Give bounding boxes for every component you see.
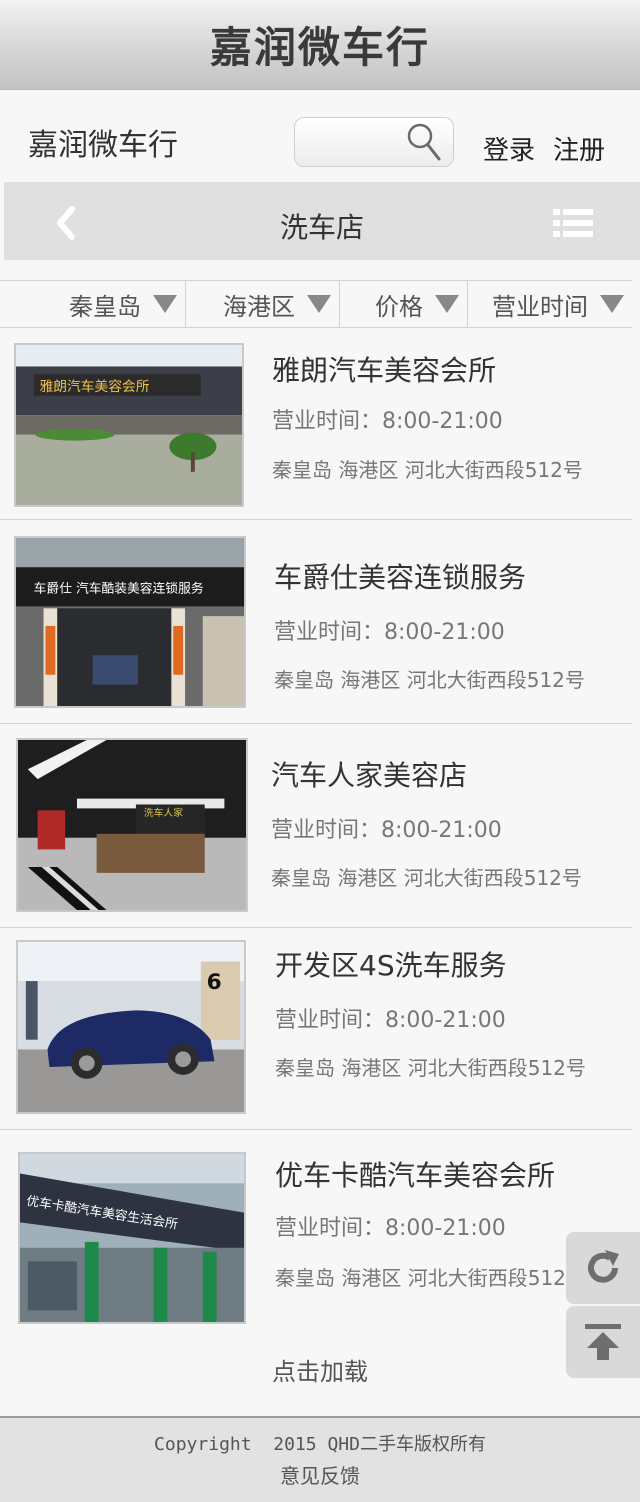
filter-label: 价格 bbox=[375, 292, 423, 321]
shop-address: 秦皇岛 海港区 河北大街西段512号 bbox=[272, 458, 583, 482]
triangle-down-icon bbox=[600, 295, 624, 313]
list-menu-icon[interactable] bbox=[553, 208, 593, 238]
load-more-button[interactable]: 点击加载 bbox=[272, 1352, 368, 1387]
triangle-down-icon bbox=[307, 295, 331, 313]
page-title: 洗车店 bbox=[279, 211, 364, 244]
app-title-bar: 嘉润微车行 bbox=[0, 0, 640, 90]
shop-list-item[interactable]: 6 开发区4S洗车服务 营业时间：8:00-21:00 秦皇岛 海港区 河北大街… bbox=[0, 928, 632, 1130]
shop-list-item[interactable]: 优车卡酷汽车美容生活会所 优车卡酷汽车美容会所 营业时间：8:00-21:00 … bbox=[0, 1130, 632, 1330]
shop-address: 秦皇岛 海港区 河北大街西段512号 bbox=[271, 866, 582, 890]
shop-photo[interactable]: 优车卡酷汽车美容生活会所 bbox=[18, 1152, 246, 1324]
shop-sign-text: 车爵仕 汽车酷装美容连锁服务 bbox=[34, 581, 204, 597]
shop-name[interactable]: 优车卡酷汽车美容会所 bbox=[275, 1154, 555, 1194]
shop-name[interactable]: 汽车人家美容店 bbox=[271, 754, 467, 794]
filter-district[interactable]: 海港区 bbox=[187, 281, 340, 327]
shop-sign-text: 雅朗汽车美容会所 bbox=[40, 378, 150, 395]
shop-address: 秦皇岛 海港区 河北大街西段512号 bbox=[275, 1056, 586, 1080]
login-link[interactable]: 登录 bbox=[483, 130, 535, 167]
filter-price[interactable]: 价格 bbox=[341, 281, 468, 327]
search-input[interactable] bbox=[303, 128, 403, 158]
footer: Copyright 2015 QHD二手车版权所有 意见反馈 bbox=[0, 1416, 640, 1502]
back-to-top-button[interactable] bbox=[566, 1306, 640, 1378]
shop-name[interactable]: 开发区4S洗车服务 bbox=[275, 944, 507, 984]
copyright-text: Copyright 2015 QHD二手车版权所有 bbox=[154, 1434, 486, 1455]
triangle-down-icon bbox=[153, 295, 177, 313]
filter-bar: 秦皇岛 海港区 价格 营业时间 bbox=[0, 280, 632, 328]
filter-label: 秦皇岛 bbox=[69, 292, 141, 321]
filter-city[interactable]: 秦皇岛 bbox=[0, 281, 186, 327]
filter-label: 海港区 bbox=[223, 292, 295, 321]
shop-list-item[interactable]: 车爵仕 汽车酷装美容连锁服务 车爵仕美容连锁服务 营业时间：8:00-21:00… bbox=[0, 520, 632, 724]
shop-hours: 营业时间：8:00-21:00 bbox=[272, 409, 503, 434]
nav-bar: 洗车店 bbox=[4, 182, 640, 260]
shop-sign-text: 6 bbox=[207, 970, 222, 995]
shop-name[interactable]: 车爵仕美容连锁服务 bbox=[274, 556, 526, 596]
filter-label: 营业时间 bbox=[492, 292, 588, 321]
shop-photo[interactable]: 雅朗汽车美容会所 bbox=[14, 343, 244, 507]
shop-photo[interactable]: 车爵仕 汽车酷装美容连锁服务 bbox=[14, 536, 246, 708]
refresh-button[interactable] bbox=[566, 1232, 640, 1304]
register-link[interactable]: 注册 bbox=[553, 130, 605, 167]
shop-list-item[interactable]: 洗车人家 汽车人家美容店 营业时间：8:00-21:00 秦皇岛 海港区 河北大… bbox=[0, 724, 632, 928]
shop-hours: 营业时间：8:00-21:00 bbox=[271, 818, 502, 843]
brand-name[interactable]: 嘉润微车行 bbox=[28, 120, 178, 164]
feedback-link[interactable]: 意见反馈 bbox=[0, 1460, 640, 1489]
shop-name[interactable]: 雅朗汽车美容会所 bbox=[272, 349, 496, 389]
shop-sign-text: 洗车人家 bbox=[144, 806, 183, 819]
shop-hours: 营业时间：8:00-21:00 bbox=[275, 1216, 506, 1241]
header: 嘉润微车行 登录 注册 bbox=[0, 90, 640, 182]
search-icon[interactable] bbox=[406, 122, 442, 162]
arrow-up-to-top-icon bbox=[585, 1324, 621, 1360]
triangle-down-icon bbox=[435, 295, 459, 313]
shop-hours: 营业时间：8:00-21:00 bbox=[275, 1008, 506, 1033]
shop-address: 秦皇岛 海港区 河北大街西段512号 bbox=[275, 1266, 586, 1290]
filter-hours[interactable]: 营业时间 bbox=[469, 281, 632, 327]
shop-photo[interactable]: 6 bbox=[16, 940, 246, 1114]
shop-hours: 营业时间：8:00-21:00 bbox=[274, 620, 505, 645]
shop-photo[interactable]: 洗车人家 bbox=[16, 738, 248, 912]
refresh-icon bbox=[588, 1250, 619, 1283]
shop-list-item[interactable]: 雅朗汽车美容会所 雅朗汽车美容会所 营业时间：8:00-21:00 秦皇岛 海港… bbox=[0, 329, 632, 520]
app-title: 嘉润微车行 bbox=[209, 23, 430, 72]
shop-address: 秦皇岛 海港区 河北大街西段512号 bbox=[274, 668, 585, 692]
